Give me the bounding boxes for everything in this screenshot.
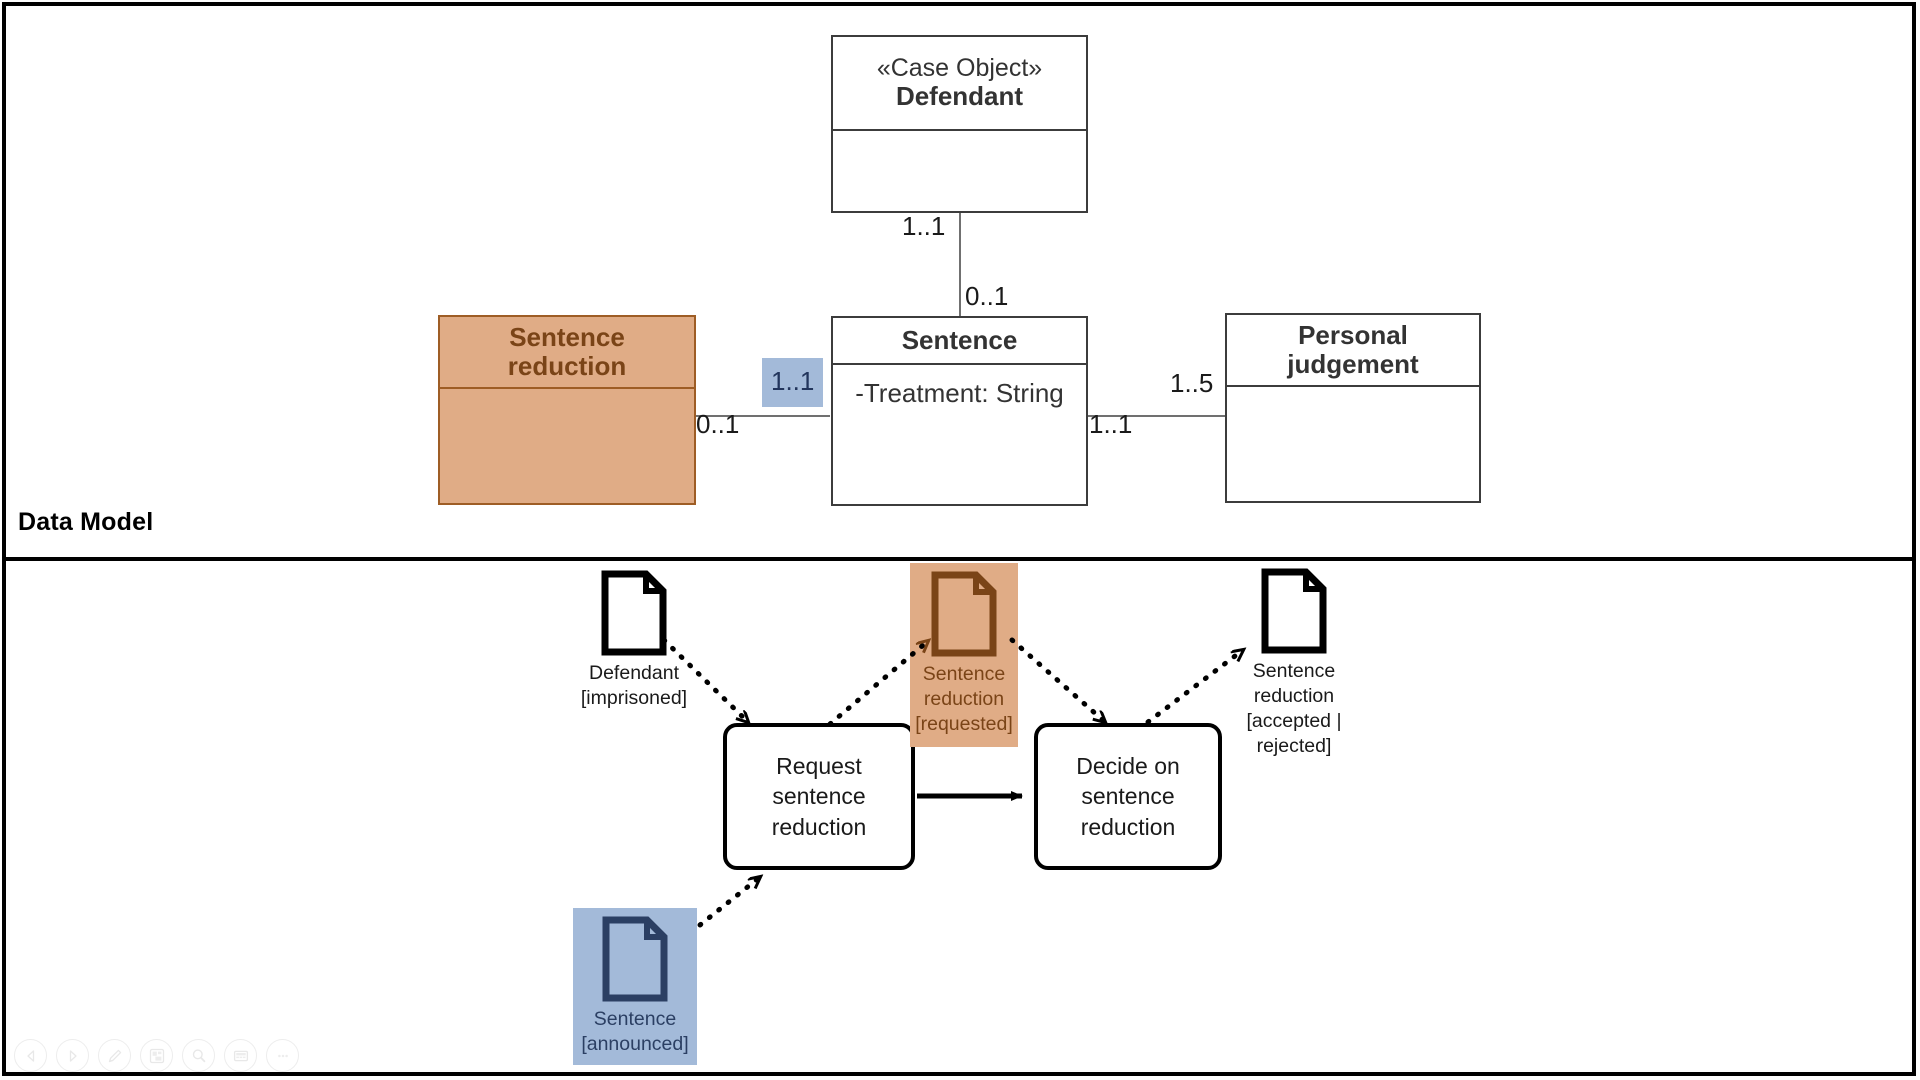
- data-object-sentence-reduction-decided-label: Sentence reduction [accepted | rejected]: [1246, 660, 1342, 757]
- diagram-canvas: «Case Object» Defendant Sentence reducti…: [0, 0, 1920, 1080]
- task-decide-label: Decide on sentence reduction: [1076, 752, 1180, 840]
- toolbar-zoom-button[interactable]: [182, 1039, 215, 1072]
- uml-class-sentence-reduction-attributes: [440, 389, 694, 397]
- uml-class-defendant-name: Defendant: [895, 81, 1024, 112]
- multiplicity-reduction-right-end: 0..1: [696, 409, 740, 439]
- ellipsis-icon: [277, 1054, 288, 1057]
- magnifier-icon: [192, 1048, 205, 1062]
- data-object-defendant-imprisoned[interactable]: Defendant [imprisoned]: [575, 570, 693, 711]
- data-object-sentence-reduction-requested-label: Sentence reduction [requested]: [915, 663, 1013, 735]
- document-icon: [602, 916, 668, 1002]
- layers-icon: [149, 1048, 164, 1063]
- uml-class-defendant-attributes: [833, 131, 1086, 139]
- uml-class-sentence-reduction-header: Sentence reduction: [440, 317, 694, 389]
- uml-class-personal-judgement[interactable]: Personal judgement: [1225, 313, 1481, 503]
- toolbar-more-button[interactable]: [266, 1039, 299, 1072]
- uml-class-personal-judgement-name-line1: Personal: [1298, 319, 1408, 350]
- uml-class-personal-judgement-header: Personal judgement: [1227, 315, 1479, 387]
- section-label-data-model: Data Model: [18, 508, 154, 536]
- forward-arrow-icon: [69, 1049, 77, 1062]
- data-object-defendant-imprisoned-label: Defendant [imprisoned]: [580, 662, 688, 709]
- document-icon: [1261, 568, 1327, 654]
- uml-class-sentence[interactable]: Sentence -Treatment: String: [831, 316, 1088, 506]
- toolbar-back-button[interactable]: [14, 1039, 47, 1072]
- task-decide-on-sentence-reduction[interactable]: Decide on sentence reduction: [1034, 723, 1222, 870]
- data-object-sentence-announced[interactable]: Sentence [announced]: [573, 908, 697, 1065]
- uml-class-sentence-attributes: -Treatment: String: [855, 378, 1064, 408]
- toolbar-edit-button[interactable]: [98, 1039, 131, 1072]
- pencil-icon: [108, 1049, 121, 1062]
- multiplicity-defendant-end: 1..1: [902, 211, 946, 241]
- uml-class-defendant-stereotype: «Case Object»: [876, 54, 1043, 83]
- uml-class-personal-judgement-attributes: [1227, 387, 1479, 395]
- back-arrow-icon: [26, 1049, 34, 1062]
- task-request-sentence-reduction[interactable]: Request sentence reduction: [723, 723, 915, 870]
- multiplicity-sentence-top-end: 0..1: [965, 281, 1009, 311]
- uml-class-sentence-reduction-name-line2: reduction: [507, 351, 627, 381]
- multiplicity-judgement-left-end: 1..5: [1170, 368, 1214, 398]
- data-object-sentence-reduction-requested[interactable]: Sentence reduction [requested]: [910, 563, 1018, 747]
- toolbar-forward-button[interactable]: [56, 1039, 89, 1072]
- document-icon: [931, 571, 997, 657]
- data-object-sentence-announced-label: Sentence [announced]: [581, 1008, 689, 1055]
- uml-class-sentence-name: Sentence: [901, 324, 1018, 355]
- multiplicity-sentence-right-end: 1..1: [1089, 409, 1133, 439]
- bottom-toolbar: [14, 1039, 299, 1072]
- section-divider: [4, 557, 1914, 561]
- multiplicity-sentence-left-end: 1..1: [762, 358, 824, 407]
- card-view-icon: [233, 1050, 248, 1061]
- uml-class-sentence-reduction[interactable]: Sentence reduction: [438, 315, 696, 505]
- uml-class-sentence-reduction-name-line1: Sentence: [509, 321, 625, 352]
- uml-class-sentence-header: Sentence: [833, 318, 1086, 365]
- toolbar-layers-button[interactable]: [140, 1039, 173, 1072]
- task-request-label: Request sentence reduction: [771, 752, 867, 840]
- data-object-sentence-reduction-decided[interactable]: Sentence reduction [accepted | rejected]: [1230, 568, 1358, 759]
- assoc-defendant-sentence: [959, 212, 961, 319]
- uml-class-defendant-header: «Case Object» Defendant: [833, 37, 1086, 131]
- document-icon: [601, 570, 667, 656]
- uml-class-defendant[interactable]: «Case Object» Defendant: [831, 35, 1088, 213]
- uml-class-personal-judgement-name-line2: judgement: [1287, 349, 1419, 379]
- toolbar-view-button[interactable]: [224, 1039, 257, 1072]
